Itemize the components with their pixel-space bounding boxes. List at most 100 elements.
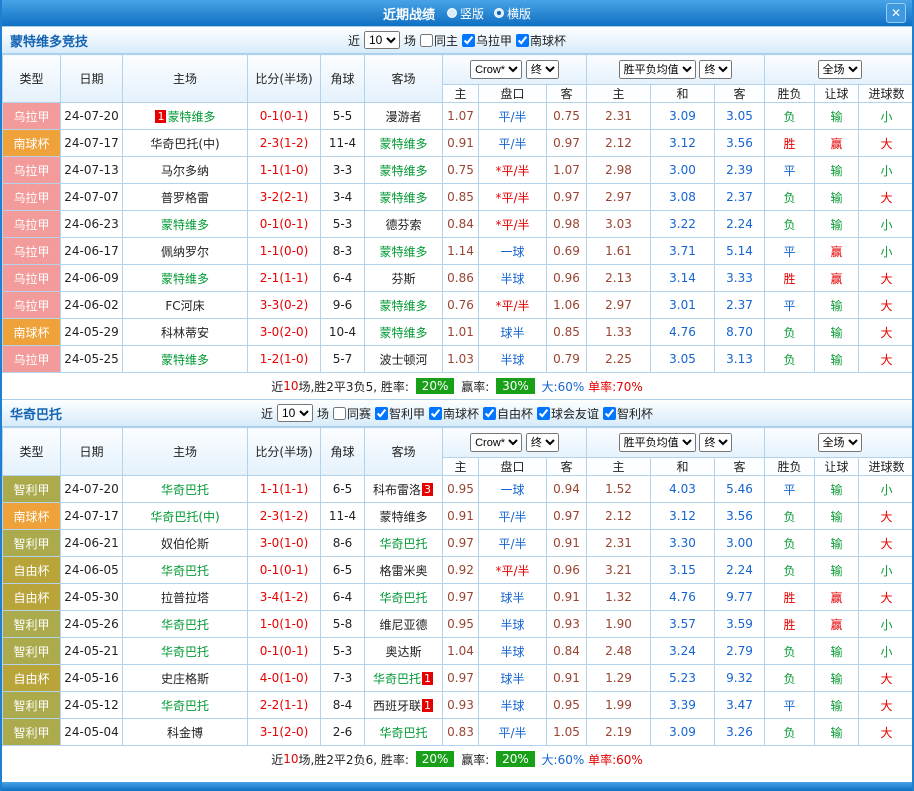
results-table-huachipato: 类型 日期 主场 比分(半场) 角球 客场 Crow* 终 胜平负均值 终 全场 — [2, 427, 914, 746]
filter-checkbox[interactable]: 同主 — [420, 32, 458, 49]
avg-time-select[interactable]: 终 — [699, 60, 732, 79]
summary-part: 大:60% — [538, 751, 585, 768]
col-date: 日期 — [61, 55, 123, 103]
filter-bar: 近 10 场 同主乌拉甲南球杯 — [348, 31, 566, 49]
summary-part: 10 — [283, 379, 298, 393]
match-count-select[interactable]: 10 — [364, 31, 400, 49]
avg-odds-select[interactable]: 胜平负均值 — [619, 433, 696, 452]
table-header-row: 类型 日期 主场 比分(半场) 角球 客场 Crow* 终 胜平负均值 终 全场 — [3, 428, 914, 458]
odds-home-cell: 0.95 — [443, 611, 479, 638]
date-cell: 24-05-04 — [61, 719, 123, 746]
results-table-montevideo: 类型 日期 主场 比分(半场) 角球 客场 Crow* 终 胜平负均值 终 全场 — [2, 54, 914, 373]
date-cell: 24-06-17 — [61, 238, 123, 265]
filter-checkbox[interactable]: 球会友谊 — [537, 405, 599, 422]
filter-checkbox[interactable]: 自由杯 — [483, 405, 533, 422]
goals-result-cell: 大 — [859, 265, 914, 292]
away-team-cell: 芬斯 — [365, 265, 443, 292]
layout-radio-vertical[interactable]: 竖版 — [447, 5, 484, 22]
odds-time-select[interactable]: 终 — [526, 60, 559, 79]
match-row: 智利甲24-05-26华奇巴托1-0(1-0)5-8维尼亚德0.95半球0.93… — [3, 611, 914, 638]
checkbox-label: 智利杯 — [617, 405, 653, 422]
scope-select[interactable]: 全场 — [818, 60, 862, 79]
home-team-cell: FC河床 — [123, 292, 248, 319]
checkbox-input[interactable] — [429, 407, 442, 420]
avg-time-select[interactable]: 终 — [699, 433, 732, 452]
home-team-cell: 1蒙特维多 — [123, 103, 248, 130]
odds-away-cell: 0.96 — [547, 557, 587, 584]
summary-huachipato: 近10场,胜2平2负6, 胜率: 20% 赢率: 20% 大:60% 单率:60… — [2, 746, 912, 772]
avg-home-cell: 2.48 — [587, 638, 651, 665]
summary-part: 20% — [416, 751, 455, 767]
avg-draw-cell: 3.09 — [651, 103, 715, 130]
checkbox-input[interactable] — [516, 34, 529, 47]
handicap-cell: 平/半 — [479, 530, 547, 557]
checkbox-input[interactable] — [420, 34, 433, 47]
avg-draw-cell: 3.12 — [651, 130, 715, 157]
filter-checkbox[interactable]: 南球杯 — [516, 32, 566, 49]
league-type-cell: 智利甲 — [3, 692, 61, 719]
checkbox-input[interactable] — [537, 407, 550, 420]
avg-draw-cell: 3.39 — [651, 692, 715, 719]
layout-radio-horizontal[interactable]: 横版 — [494, 5, 531, 22]
avg-away-cell: 5.14 — [715, 238, 765, 265]
checkbox-input[interactable] — [375, 407, 388, 420]
section-header-huachipato: 华奇巴托 近 10 场 同赛智利甲南球杯自由杯球会友谊智利杯 — [2, 399, 912, 427]
bookmaker-select[interactable]: Crow* — [470, 433, 522, 452]
filter-checkbox[interactable]: 南球杯 — [429, 405, 479, 422]
team-name: 佩纳罗尔 — [161, 245, 209, 259]
result-cell: 平 — [765, 692, 815, 719]
red-card-badge: 1 — [422, 699, 433, 712]
close-button[interactable]: ✕ — [886, 3, 906, 23]
league-type-cell: 自由杯 — [3, 584, 61, 611]
away-team-cell: 波士顿河 — [365, 346, 443, 373]
handicap-result-cell: 输 — [815, 319, 859, 346]
checkbox-input[interactable] — [483, 407, 496, 420]
team-name: 蒙特维多 — [379, 510, 427, 524]
odds-time-select[interactable]: 终 — [526, 433, 559, 452]
match-row: 乌拉甲24-07-201蒙特维多0-1(0-1)5-5漫游者1.07平/半0.7… — [3, 103, 914, 130]
league-type-cell: 乌拉甲 — [3, 103, 61, 130]
odds-away-cell: 0.91 — [547, 530, 587, 557]
filter-checkbox[interactable]: 乌拉甲 — [462, 32, 512, 49]
table-header-row: 类型 日期 主场 比分(半场) 角球 客场 Crow* 终 胜平负均值 终 全场 — [3, 55, 914, 85]
avg-away-cell: 9.77 — [715, 584, 765, 611]
sub-goals: 进球数 — [859, 458, 914, 476]
score-cell: 3-1(2-0) — [248, 719, 321, 746]
league-type-cell: 南球杯 — [3, 130, 61, 157]
handicap-result-cell: 赢 — [815, 584, 859, 611]
filter-checkbox[interactable]: 智利甲 — [375, 405, 425, 422]
team-name: 华奇巴托(中) — [150, 137, 219, 151]
odds-away-cell: 1.06 — [547, 292, 587, 319]
checkbox-input[interactable] — [462, 34, 475, 47]
odds-group-header: Crow* 终 — [443, 428, 587, 458]
red-card-badge: 1 — [422, 672, 433, 685]
score-cell: 2-2(1-1) — [248, 692, 321, 719]
filter-checkbox[interactable]: 同赛 — [333, 405, 371, 422]
scope-select[interactable]: 全场 — [818, 433, 862, 452]
avg-odds-select[interactable]: 胜平负均值 — [619, 60, 696, 79]
col-score: 比分(半场) — [248, 55, 321, 103]
near-label: 近 — [348, 32, 360, 49]
avg-draw-cell: 3.09 — [651, 719, 715, 746]
result-cell: 负 — [765, 557, 815, 584]
avg-draw-cell: 3.22 — [651, 211, 715, 238]
checkbox-input[interactable] — [333, 407, 346, 420]
away-team-cell: 漫游者 — [365, 103, 443, 130]
filter-checkbox[interactable]: 智利杯 — [603, 405, 653, 422]
date-cell: 24-05-12 — [61, 692, 123, 719]
team-name: 蒙特维多 — [161, 353, 209, 367]
away-team-cell: 蒙特维多 — [365, 157, 443, 184]
date-cell: 24-06-02 — [61, 292, 123, 319]
match-count-select[interactable]: 10 — [277, 404, 313, 422]
bookmaker-select[interactable]: Crow* — [470, 60, 522, 79]
avg-draw-cell: 4.03 — [651, 476, 715, 503]
odds-away-cell: 0.91 — [547, 584, 587, 611]
team-name: 华奇巴托(中) — [150, 510, 219, 524]
checkbox-input[interactable] — [603, 407, 616, 420]
goals-result-cell: 小 — [859, 611, 914, 638]
date-cell: 24-06-23 — [61, 211, 123, 238]
match-row: 乌拉甲24-06-09蒙特维多2-1(1-1)6-4芬斯0.86半球0.962.… — [3, 265, 914, 292]
summary-part: 赢率: — [457, 751, 493, 768]
col-date: 日期 — [61, 428, 123, 476]
league-type-cell: 乌拉甲 — [3, 211, 61, 238]
